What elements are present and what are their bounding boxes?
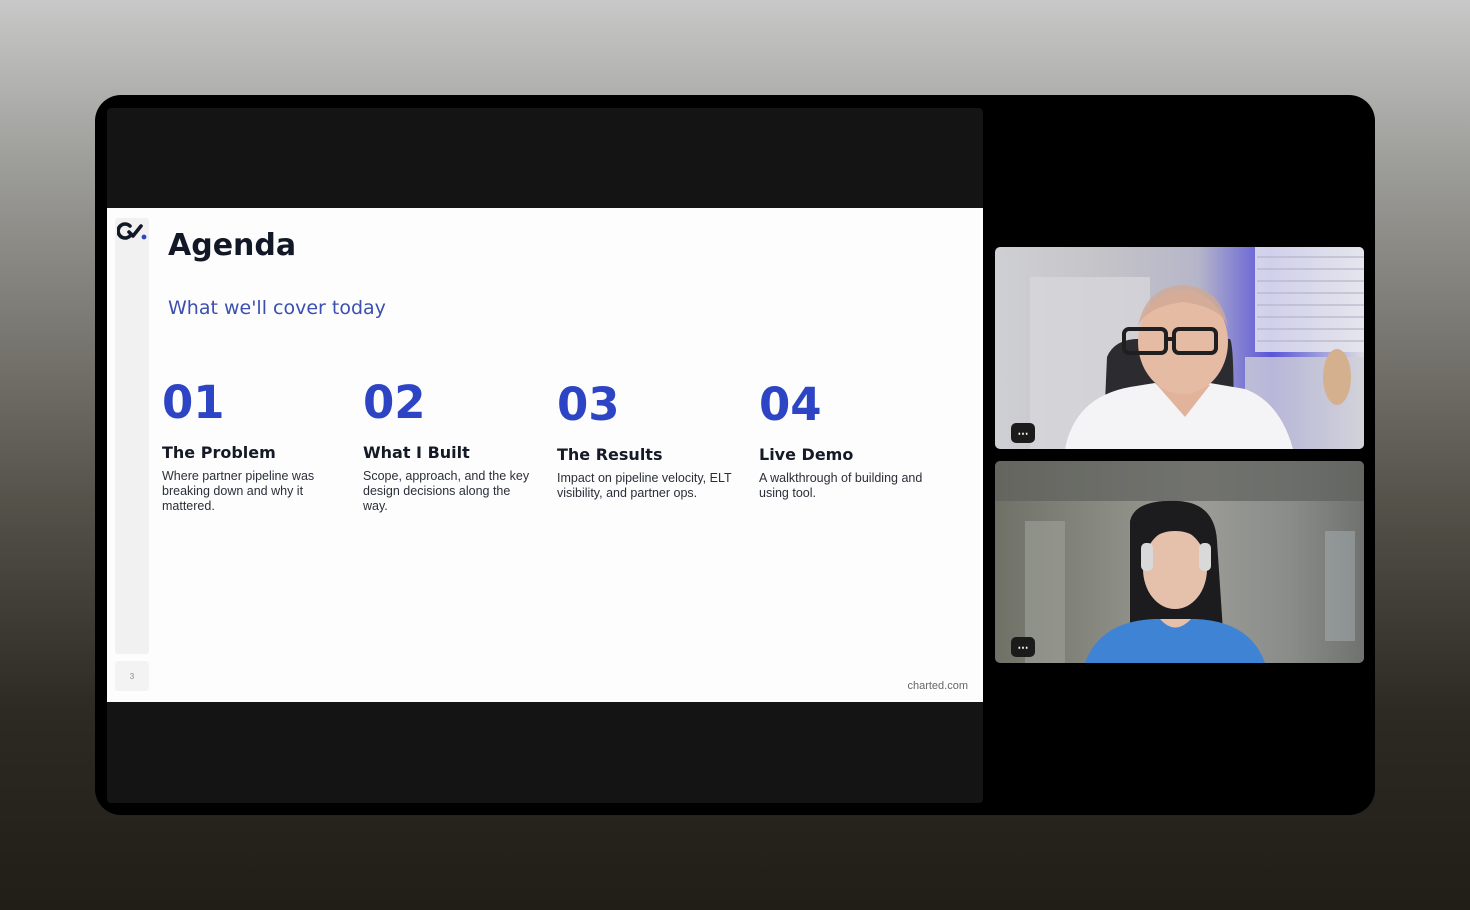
agenda-item-4: 04 Live Demo A walkthrough of building a… [759,382,944,501]
agenda-number: 04 [759,378,822,431]
agenda-item-2: 02 What I Built Scope, approach, and the… [363,380,533,514]
meeting-window: 3 Agenda What we'll cover today 01 The P… [95,95,1375,815]
agenda-description: Where partner pipeline was breaking down… [162,469,315,513]
participant-video-1 [1030,247,1364,449]
agenda-number: 03 [557,378,620,431]
agenda-number: 02 [363,376,426,429]
more-options-icon[interactable]: ⋯ [1011,637,1035,657]
participant-video-tile-1[interactable]: ⋯ [995,247,1364,449]
participant-video-tile-2[interactable]: ⋯ [995,461,1364,663]
agenda-heading: Live Demo [759,445,854,464]
agenda-item-1: 01 The Problem Where partner pipeline wa… [162,380,332,514]
screen-share: 3 Agenda What we'll cover today 01 The P… [107,108,983,803]
agenda-description: Scope, approach, and the key design deci… [363,469,530,513]
charted-logo-icon [117,220,149,242]
agenda-description: Impact on pipeline velocity, ELT visibil… [557,471,732,500]
agenda-item-3: 03 The Results Impact on pipeline veloci… [557,382,737,501]
slide-side-rail [115,218,149,654]
agenda-heading: The Results [557,445,663,464]
more-options-icon[interactable]: ⋯ [1011,423,1035,443]
slide-footer-url: charted.com [907,680,968,692]
agenda-description: A walkthrough of building and using tool… [759,471,923,500]
agenda-heading: The Problem [162,443,276,462]
slide-title: Agenda [168,228,297,263]
slide-page-number: 3 [115,661,149,691]
agenda-heading: What I Built [363,443,470,462]
participant-video-2 [995,461,1364,663]
slide-subtitle: What we'll cover today [168,297,386,319]
agenda-number: 01 [162,376,225,429]
presentation-slide: 3 Agenda What we'll cover today 01 The P… [107,208,983,702]
